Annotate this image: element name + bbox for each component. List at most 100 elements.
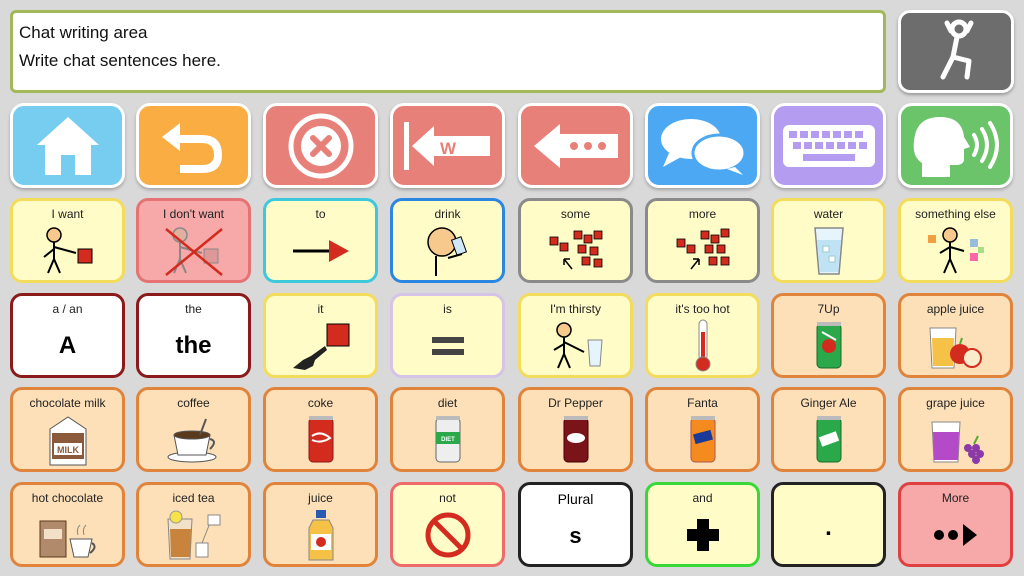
person-want-icon (42, 226, 92, 273)
cell-label: juice (308, 491, 333, 505)
cell-chocolate-milk[interactable]: chocolate milk MILK (10, 387, 125, 472)
cell-to[interactable]: to (263, 198, 378, 283)
cell-plural[interactable]: Plural s (518, 482, 633, 567)
person-relaxing-icon (940, 19, 974, 79)
relax-button[interactable] (898, 10, 1014, 93)
cell-a-an[interactable]: a / an A (10, 293, 125, 378)
cell-im-thirsty[interactable]: I'm thirsty (518, 293, 633, 378)
cell-symbol-text: A (58, 331, 77, 359)
cell-something-else[interactable]: something else (898, 198, 1013, 283)
cell-its-too-hot[interactable]: it's too hot (645, 293, 760, 378)
apple-juice-icon (928, 327, 982, 368)
chat-placeholder: Write chat sentences here. (19, 51, 221, 70)
cell-grape-juice[interactable]: grape juice (898, 387, 1013, 472)
clear-button[interactable] (263, 103, 378, 188)
cell-diet[interactable]: diet DIET (390, 387, 505, 472)
person-dont-want-icon (164, 226, 223, 276)
cell-label: coffee (177, 396, 210, 410)
thermometer-icon (695, 319, 710, 371)
cell-fanta[interactable]: Fanta (645, 387, 760, 472)
cell-apple-juice[interactable]: apple juice (898, 293, 1013, 378)
cell-label: drink (434, 207, 461, 221)
cell-coke[interactable]: coke (263, 387, 378, 472)
cell-label: it (317, 302, 324, 316)
cell-drink[interactable]: drink (390, 198, 505, 283)
cell-label: Ginger Ale (800, 396, 857, 410)
iced-tea-icon (166, 510, 220, 559)
speak-button[interactable] (898, 103, 1013, 188)
more-blocks-icon (676, 228, 729, 269)
prohibited-icon (425, 512, 470, 557)
coffee-cup-icon (167, 418, 216, 462)
pointing-hand-icon (292, 323, 349, 370)
equals-icon (431, 336, 464, 355)
keyboard-button[interactable] (771, 103, 886, 188)
cell-ginger-ale[interactable]: Ginger Ale (771, 387, 886, 472)
delete-word-button[interactable]: W (390, 103, 505, 188)
cell-period[interactable]: . (771, 482, 886, 567)
cell-label: I don't want (163, 207, 224, 221)
close-circle-icon (288, 113, 353, 178)
cell-label: not (439, 491, 456, 505)
cell-is[interactable]: is (390, 293, 505, 378)
7up-can-icon (816, 321, 841, 368)
cell-symbol-text: s (569, 522, 582, 548)
cell-and[interactable]: and (645, 482, 760, 567)
dr-pepper-can-icon (563, 415, 588, 462)
fanta-can-icon (690, 415, 715, 462)
plus-icon (686, 518, 719, 551)
cell-label: iced tea (172, 491, 215, 505)
speech-bubbles-icon (660, 118, 746, 175)
cell-water[interactable]: water (771, 198, 886, 283)
cell-label: more (688, 207, 717, 221)
chocolate-milk-carton-icon: MILK (49, 415, 86, 465)
cell-the[interactable]: the the (136, 293, 251, 378)
chat-button[interactable] (645, 103, 760, 188)
cell-symbol-text: . (825, 513, 832, 541)
cell-iced-tea[interactable]: iced tea (136, 482, 251, 567)
svg-text:DIET: DIET (441, 437, 455, 443)
cell-coffee[interactable]: coffee (136, 387, 251, 472)
chat-title: Chat writing area (19, 23, 148, 42)
cell-not[interactable]: not (390, 482, 505, 567)
juice-bottle-icon (308, 509, 333, 560)
cell-dr-pepper[interactable]: Dr Pepper (518, 387, 633, 472)
cell-label: the (185, 302, 202, 316)
cell-label: a / an (52, 302, 83, 316)
chat-writing-area[interactable]: Chat writing area Write chat sentences h… (10, 10, 886, 93)
cell-label: some (560, 207, 591, 221)
cell-more[interactable]: more (645, 198, 760, 283)
cell-label: Plural (557, 491, 594, 507)
undo-arrow-icon (161, 122, 222, 173)
cell-more-page[interactable]: More (898, 482, 1013, 567)
coke-can-icon (308, 415, 333, 462)
person-drinking-icon (426, 226, 467, 276)
cell-hot-chocolate[interactable]: hot chocolate (10, 482, 125, 567)
cell-label: water (813, 207, 844, 221)
cell-symbol-text: the (175, 331, 212, 359)
cell-label: I'm thirsty (550, 302, 601, 316)
cell-juice[interactable]: juice (263, 482, 378, 567)
cell-i-dont-want[interactable]: I don't want (136, 198, 251, 283)
diet-soda-can-icon: DIET (435, 415, 460, 462)
cell-label: it's too hot (675, 302, 730, 316)
cell-it[interactable]: it (263, 293, 378, 378)
svg-text:MILK: MILK (57, 445, 79, 455)
cell-label: hot chocolate (31, 491, 104, 505)
cell-label: grape juice (926, 396, 985, 410)
home-button[interactable] (10, 103, 125, 188)
cell-label: coke (307, 396, 334, 410)
cell-label: More (941, 491, 970, 505)
delete-word-icon: W (403, 121, 490, 170)
cell-i-want[interactable]: I want (10, 198, 125, 283)
backspace-button[interactable] (518, 103, 633, 188)
cell-label: something else (915, 207, 996, 221)
person-choosing-icon (927, 226, 984, 273)
cell-some[interactable]: some (518, 198, 633, 283)
undo-button[interactable] (136, 103, 251, 188)
cell-label: diet (437, 396, 458, 410)
cell-7up[interactable]: 7Up (771, 293, 886, 378)
cell-label: I want (51, 207, 84, 221)
svg-text:W: W (440, 139, 457, 158)
cell-label: apple juice (926, 302, 985, 316)
